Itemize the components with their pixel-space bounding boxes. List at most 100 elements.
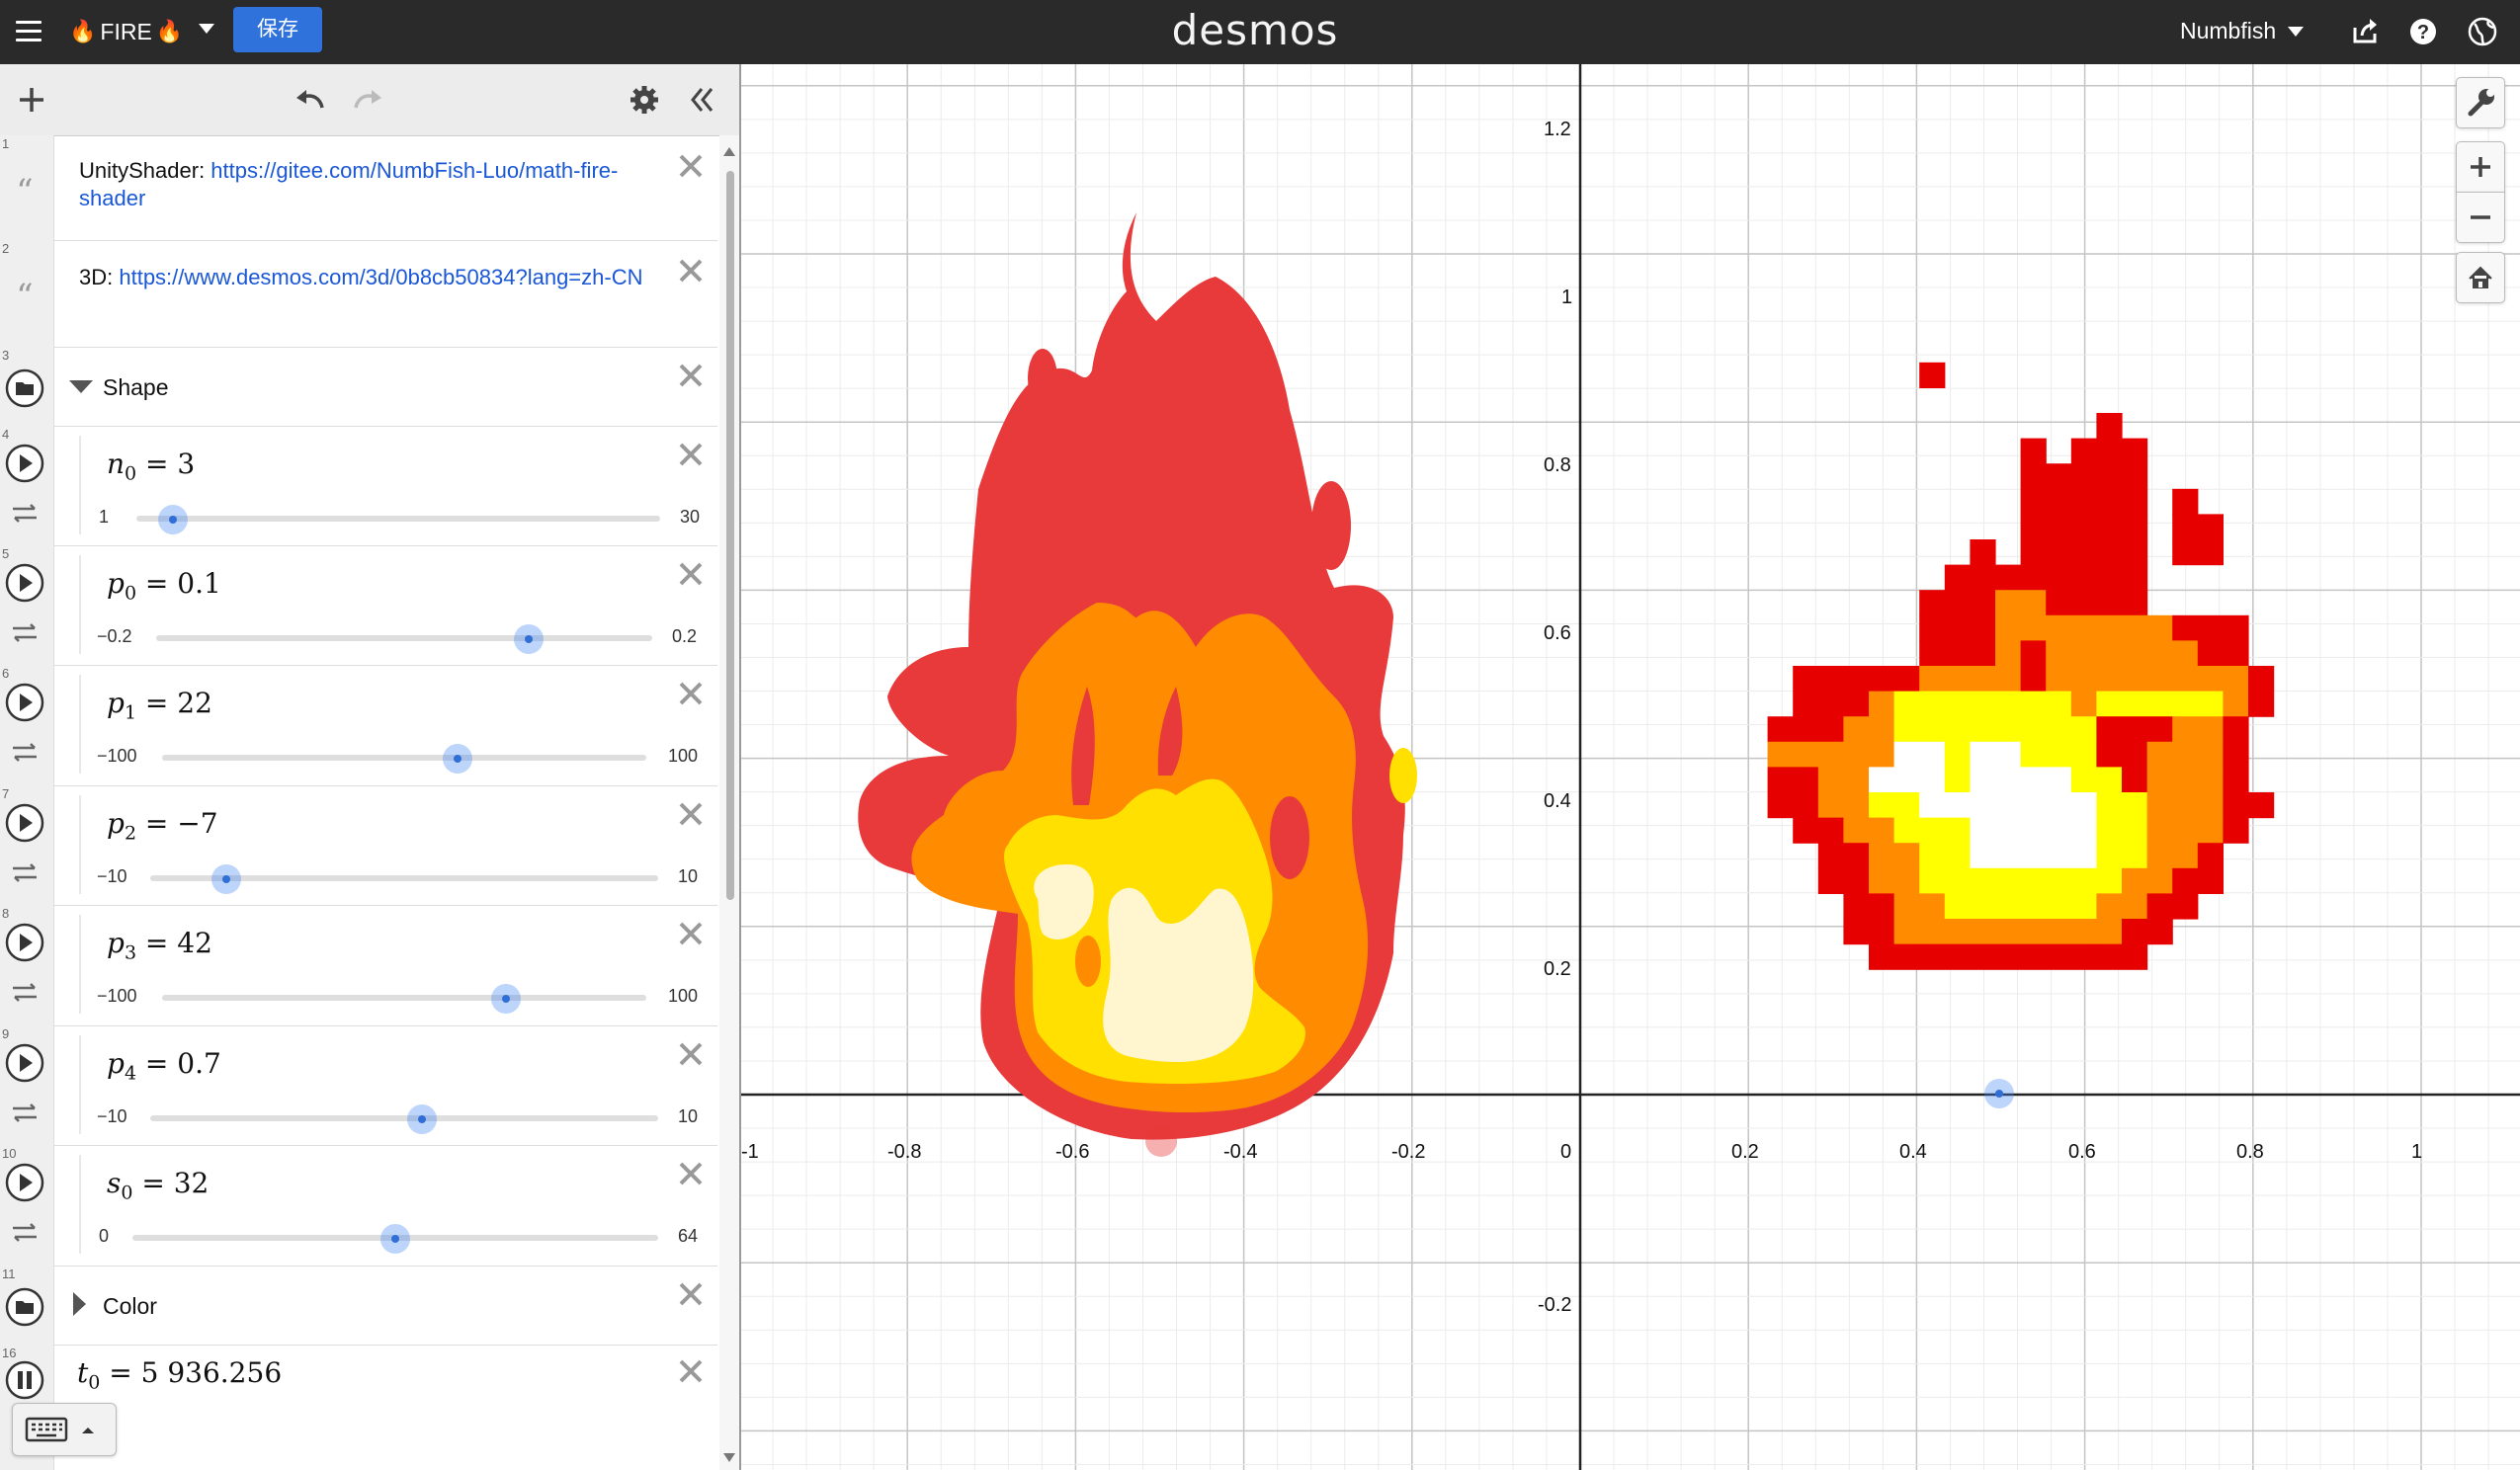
folder-shape[interactable]: 3 Shape xyxy=(0,347,717,427)
slider-max[interactable]: 64 xyxy=(678,1226,698,1247)
slider-track[interactable] xyxy=(162,755,646,761)
close-icon[interactable] xyxy=(676,256,706,286)
slider-max[interactable]: 10 xyxy=(678,1106,698,1127)
close-icon[interactable] xyxy=(676,151,706,181)
graph-settings-button[interactable] xyxy=(2456,77,2505,128)
folder-icon[interactable] xyxy=(3,367,46,410)
slider-handle[interactable] xyxy=(513,624,544,654)
globe-icon[interactable] xyxy=(2465,14,2500,49)
slider-max[interactable]: 0.2 xyxy=(672,626,697,647)
slider-max[interactable]: 30 xyxy=(680,507,700,528)
close-icon[interactable] xyxy=(676,1039,706,1069)
loop-arrows-icon[interactable] xyxy=(3,1091,46,1134)
slider-min[interactable]: −0.2 xyxy=(97,626,132,647)
slider-handle[interactable] xyxy=(406,1104,437,1134)
slider-min[interactable]: 1 xyxy=(99,507,109,528)
redo-icon[interactable] xyxy=(350,82,385,118)
slider-handle[interactable] xyxy=(157,505,188,534)
scroll-thumb[interactable] xyxy=(726,171,734,900)
graph-title[interactable]: 🔥 FIRE 🔥 xyxy=(69,14,183,49)
undo-icon[interactable] xyxy=(293,82,328,118)
slider-p3[interactable]: 8 p3 = 42 −100 100 xyxy=(0,905,717,1026)
help-icon[interactable]: ? xyxy=(2405,14,2441,49)
expression-math[interactable]: t0 = 5 936.256 xyxy=(77,1356,282,1394)
expression-math[interactable]: s0 = 32 xyxy=(107,1167,209,1204)
slider-s0[interactable]: 10 s0 = 32 0 64 xyxy=(0,1145,717,1266)
slider-max[interactable]: 100 xyxy=(668,746,698,767)
play-icon[interactable] xyxy=(3,561,46,605)
close-icon[interactable] xyxy=(676,679,706,708)
plus-icon[interactable] xyxy=(14,82,49,118)
slider-handle[interactable] xyxy=(211,864,242,894)
close-icon[interactable] xyxy=(676,1356,706,1386)
hamburger-icon[interactable] xyxy=(14,17,43,46)
slider-p1[interactable]: 6 p1 = 22 −100 100 xyxy=(0,665,717,786)
slider-handle[interactable] xyxy=(490,984,521,1014)
loop-arrows-icon[interactable] xyxy=(3,611,46,654)
share-icon[interactable] xyxy=(2348,14,2384,49)
close-icon[interactable] xyxy=(676,1159,706,1188)
slider-min[interactable]: −100 xyxy=(97,986,137,1007)
loop-arrows-icon[interactable] xyxy=(3,851,46,894)
loop-arrows-icon[interactable] xyxy=(3,1210,46,1254)
play-icon[interactable] xyxy=(3,921,46,964)
zoom-in-button[interactable] xyxy=(2456,141,2505,193)
expression-math[interactable]: p4 = 0.7 xyxy=(107,1047,221,1085)
scroll-up-arrow-icon[interactable] xyxy=(723,147,735,156)
expression-math[interactable]: p0 = 0.1 xyxy=(107,567,221,605)
close-icon[interactable] xyxy=(676,1279,706,1309)
expression-scrollbar[interactable] xyxy=(719,135,739,1470)
play-icon[interactable] xyxy=(3,1161,46,1204)
pause-icon[interactable] xyxy=(3,1358,46,1402)
play-icon[interactable] xyxy=(3,681,46,724)
scroll-down-arrow-icon[interactable] xyxy=(723,1453,735,1462)
close-icon[interactable] xyxy=(676,559,706,589)
expression-math[interactable]: p2 = −7 xyxy=(107,807,218,845)
loop-arrows-icon[interactable] xyxy=(3,970,46,1014)
slider-track[interactable] xyxy=(156,635,652,641)
folder-icon[interactable] xyxy=(3,1285,46,1329)
user-menu[interactable]: Numbfish xyxy=(2180,18,2305,44)
play-icon[interactable] xyxy=(3,1041,46,1085)
title-dropdown-chevron-icon[interactable] xyxy=(199,24,214,34)
slider-min[interactable]: 0 xyxy=(99,1226,109,1247)
expression-math[interactable]: n0 = 3 xyxy=(107,448,195,485)
slider-p4[interactable]: 9 p4 = 0.7 −10 10 xyxy=(0,1025,717,1146)
folder-expand-chevron-icon[interactable] xyxy=(73,1292,86,1316)
close-icon[interactable] xyxy=(676,361,706,390)
slider-track[interactable] xyxy=(162,995,646,1001)
expression-note-1[interactable]: 1 “ UnityShader: https://gitee.com/NumbF… xyxy=(0,135,717,241)
expression-note-2[interactable]: 2 “ 3D: https://www.desmos.com/3d/0b8cb5… xyxy=(0,240,717,348)
loop-arrows-icon[interactable] xyxy=(3,730,46,774)
slider-p0[interactable]: 5 p0 = 0.1 −0.2 0.2 xyxy=(0,545,717,666)
slider-min[interactable]: −10 xyxy=(97,866,127,887)
keyboard-toggle-button[interactable] xyxy=(12,1403,117,1456)
default-viewport-button[interactable] xyxy=(2456,252,2505,303)
slider-min[interactable]: −10 xyxy=(97,1106,127,1127)
slider-n0[interactable]: 4 n0 = 3 1 30 xyxy=(0,426,717,546)
folder-color[interactable]: 11 Color xyxy=(0,1266,717,1346)
play-icon[interactable] xyxy=(3,801,46,845)
play-icon[interactable] xyxy=(3,442,46,485)
desmos-3d-link[interactable]: https://www.desmos.com/3d/0b8cb50834?lan… xyxy=(119,265,642,289)
slider-handle[interactable] xyxy=(442,744,472,774)
slider-handle[interactable] xyxy=(380,1224,410,1254)
loop-arrows-icon[interactable] xyxy=(3,491,46,534)
double-chevron-left-icon[interactable] xyxy=(684,82,719,118)
slider-track[interactable] xyxy=(136,516,660,522)
slider-max[interactable]: 100 xyxy=(668,986,698,1007)
expression-math[interactable]: p1 = 22 xyxy=(107,687,212,724)
close-icon[interactable] xyxy=(676,799,706,829)
save-button[interactable]: 保存 xyxy=(233,7,322,52)
close-icon[interactable] xyxy=(676,440,706,469)
expression-math[interactable]: p3 = 42 xyxy=(107,927,212,964)
slider-p2[interactable]: 7 p2 = −7 −10 10 xyxy=(0,785,717,906)
slider-max[interactable]: 10 xyxy=(678,866,698,887)
zoom-out-button[interactable] xyxy=(2456,192,2505,243)
graph-paper[interactable]: -1 -0.8 -0.6 -0.4 -0.2 0 0.2 0.4 0.6 0.8… xyxy=(741,64,2520,1470)
folder-collapse-chevron-icon[interactable] xyxy=(69,380,93,393)
close-icon[interactable] xyxy=(676,919,706,948)
slider-min[interactable]: −100 xyxy=(97,746,137,767)
gear-icon[interactable] xyxy=(627,82,662,118)
slider-track[interactable] xyxy=(150,1115,658,1121)
